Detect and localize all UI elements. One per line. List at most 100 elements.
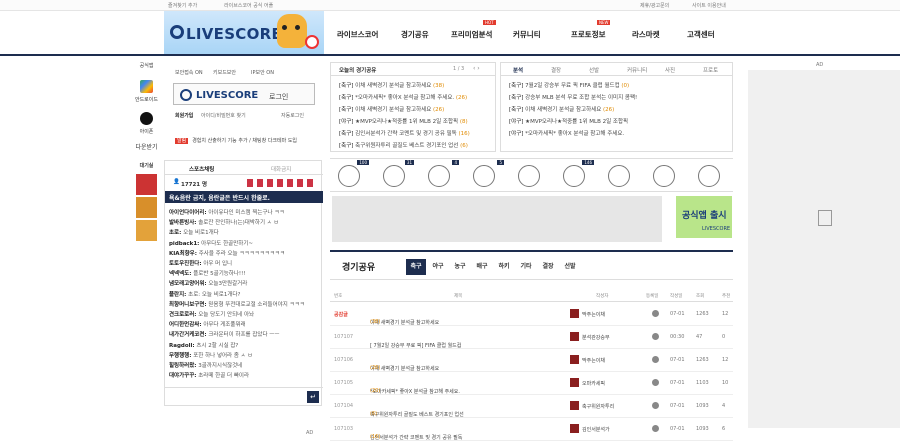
baseball-icon[interactable]: 31 (383, 160, 414, 187)
chat-user[interactable]: 대야가꾸꾸: (169, 373, 197, 379)
board-post[interactable]: [축구] 이채 새벽경기 분석글 참고하세요 (26) (339, 105, 444, 113)
tennis-icon[interactable]: 146 (563, 160, 594, 187)
chat-user[interactable]: 넥넥넥도: (169, 271, 191, 277)
volleyball-icon[interactable]: 5 (473, 160, 504, 187)
terms-link[interactable]: 제휴/광고문의 (640, 2, 669, 9)
rail-android-label[interactable]: 안드로이드 (133, 96, 160, 103)
rail-download-label[interactable]: 다운받기 (133, 142, 160, 151)
soccer-icon[interactable]: 100 (338, 160, 369, 187)
board-post[interactable]: [축구] *오마카세픽* 좋아X 분석글 참고해 주세요. (26) (339, 93, 467, 101)
post-author[interactable]: 축구위원자투리 (582, 403, 614, 410)
today-board-title[interactable]: 오늘의 경기공유 (339, 66, 376, 74)
table-row[interactable]: 107104 축구위원자투리 골질도 베스트 경기포인 업선 (6) 축구위원자투리… (330, 395, 733, 418)
official-app-link[interactable]: 라이브스코어 공식 어플 (224, 2, 273, 9)
promo-thumb-3[interactable] (136, 220, 157, 241)
analysis-post[interactable]: [축구] 7월2일 강승부 무료 픽 FIFA 클럽 월드컵 (0) (509, 81, 629, 89)
analysis-tab[interactable]: 분석 (513, 66, 523, 74)
site-logo[interactable]: LIVESCORE (164, 11, 324, 54)
nav-support[interactable]: 고객센터 (687, 29, 715, 40)
pager-arrows-icon[interactable]: ‹ › (473, 65, 480, 72)
analysis-tab[interactable]: 결장 (551, 66, 561, 74)
tab-sports-chat[interactable]: 스포츠채팅 (189, 165, 214, 173)
sitemap-link[interactable]: 사이트 이용안내 (692, 2, 726, 9)
football-icon[interactable] (608, 165, 630, 187)
secure-login-toggle[interactable]: 보안접속 ON (175, 69, 203, 76)
sport-filter-tab[interactable]: 축구 (406, 259, 426, 275)
sport-filter-tab[interactable]: 결장 (538, 259, 558, 275)
auto-login-checkbox[interactable]: 자동로그인 (281, 112, 304, 119)
post-author[interactable]: 딱주는이채 (582, 311, 605, 318)
hockey-icon[interactable] (518, 165, 540, 187)
chat-user[interactable]: pidback1: (169, 241, 199, 247)
nav-market[interactable]: 라스마켓 (632, 29, 660, 40)
nav-livescore[interactable]: 라이브스코어 (337, 29, 378, 40)
google-play-icon[interactable] (140, 80, 153, 93)
analysis-tab[interactable]: 커뮤니티 (627, 66, 647, 74)
promo-thumb-2[interactable] (136, 197, 157, 218)
promo-thumb-1[interactable] (136, 174, 157, 195)
post-author[interactable]: 분석관강승부 (582, 334, 610, 341)
lol-icon[interactable] (653, 165, 675, 187)
analysis-tab[interactable]: 사진 (665, 66, 675, 74)
analysis-post[interactable]: [야구] ★MVP오리나★적중률 1위 MLB 2일 조합픽 (509, 117, 628, 125)
table-row[interactable]: 107107 [ 7월2일 강승부 무료 픽] FIFA 클럽 월드컵 분석관강승… (330, 326, 733, 349)
login-button[interactable]: LIVESCORE 로그인 (173, 83, 315, 105)
nav-game-share[interactable]: 경기공유 (401, 29, 429, 40)
post-author[interactable]: 오마카세픽 (582, 380, 605, 387)
send-button[interactable]: ↵ (307, 391, 319, 403)
chat-user[interactable]: 플란지: (169, 292, 186, 298)
sport-filter-tab[interactable]: 하키 (494, 259, 514, 275)
board-post[interactable]: [축구] 이채 새벽경기 분석글 참고하세요 (38) (339, 81, 444, 89)
table-row[interactable]: 공감글 이채 새벽경기 분석글 참고하세요 (38) 딱주는이채 07-01 1263 1… (330, 303, 733, 326)
chat-user[interactable]: 토토우진한다: (169, 261, 202, 267)
bookmark-link[interactable]: 즐겨찾기 추가 (168, 2, 197, 9)
chat-user[interactable]: 아이언다이어리: (169, 210, 207, 216)
table-row[interactable]: 107106 이채 새벽경기 분석글 참고하세요 (26) 딱주는이채 07-01 12… (330, 349, 733, 372)
ip-security-toggle[interactable]: IP보안 ON (251, 69, 274, 76)
chat-user[interactable]: 초로: (169, 230, 181, 236)
nav-proto[interactable]: 프로토정보 (571, 29, 606, 40)
table-row[interactable]: 107103 김인서분석가 간략 코멘트 및 경기 공유 필독 (16) 김인서분석… (330, 418, 733, 441)
chat-user[interactable]: 발바른빙사: (169, 220, 197, 226)
sport-filter-tab[interactable]: 기타 (516, 259, 536, 275)
sport-filter-tab[interactable]: 야구 (428, 259, 448, 275)
sport-filter-tab[interactable]: 선발 (560, 259, 580, 275)
right-ad[interactable] (748, 70, 900, 428)
join-link[interactable]: 회원가입 (175, 112, 193, 119)
analysis-tab[interactable]: 선발 (589, 66, 599, 74)
board-post[interactable]: [축구] 축구위원자투리 골질도 베스트 경기포인 업선 (6) (339, 141, 468, 149)
analysis-post[interactable]: [축구] 강승부 MLB 분석 무료 조합 분석는 이미지 콤팩! (509, 93, 637, 101)
post-author[interactable]: 김인서분석가 (582, 426, 610, 433)
sport-count: 100 (357, 160, 369, 165)
chat-user[interactable]: Ragdoll: (169, 343, 195, 349)
nav-community[interactable]: 커뮤니티 (513, 29, 541, 40)
board-post[interactable]: [축구] 김인서분석가 간략 코멘트 및 경기 공유 필독 (16) (339, 129, 470, 137)
basketball-icon[interactable]: 4 (428, 160, 459, 187)
chat-user[interactable]: 냄모래고양어워: (169, 281, 207, 287)
chat-user[interactable]: 내가간거케코켠: (169, 332, 207, 338)
analysis-tab[interactable]: 프로토 (703, 66, 718, 74)
rail-iphone-label[interactable]: 아이폰 (133, 128, 160, 135)
app-promo-ad[interactable]: 공식앱 출시 LIVESCORE (676, 196, 732, 238)
keyboard-security-toggle[interactable]: 키보드보안 (213, 69, 236, 76)
sport-filter-tab[interactable]: 농구 (450, 259, 470, 275)
chat-user[interactable]: 어디한먼감싸: (169, 322, 202, 328)
apple-icon[interactable] (140, 112, 153, 125)
chat-tool-icons[interactable] (247, 179, 317, 187)
find-account-link[interactable]: 아이디/비밀번호 찾기 (201, 112, 246, 119)
chat-user[interactable]: 무행행행: (169, 353, 191, 359)
table-row[interactable]: 107105 *오마카세픽* 좋아X 분석글 참고해 주세요. (20) 오마카세픽… (330, 372, 733, 395)
chat-user[interactable]: 최향머니보구면: (169, 302, 207, 308)
post-author[interactable]: 딱주는이채 (582, 357, 605, 364)
analysis-post[interactable]: [야구] *오마카세픽* 좋아X 분석글 참고해 주세요. (509, 129, 624, 137)
sport-filter-tab[interactable]: 배구 (472, 259, 492, 275)
nav-premium[interactable]: 프리미엄분석 (451, 29, 492, 40)
chat-user[interactable]: 힐링하러왔: (169, 363, 197, 369)
chat-user[interactable]: KIA최향우: (169, 251, 197, 257)
chat-input[interactable]: ↵ (165, 387, 323, 407)
chat-user[interactable]: 견크로로러: (169, 312, 197, 318)
tab-chat-banned[interactable]: 대화금지 (271, 165, 291, 173)
esports-icon[interactable] (698, 165, 720, 187)
board-post[interactable]: [야구] ★MVP오리나★적중률 1위 MLB 2일 조합픽 (8) (339, 117, 468, 125)
analysis-post[interactable]: [축구] 이채 새벽경기 분석글 참고하세요 (26) (509, 105, 614, 113)
